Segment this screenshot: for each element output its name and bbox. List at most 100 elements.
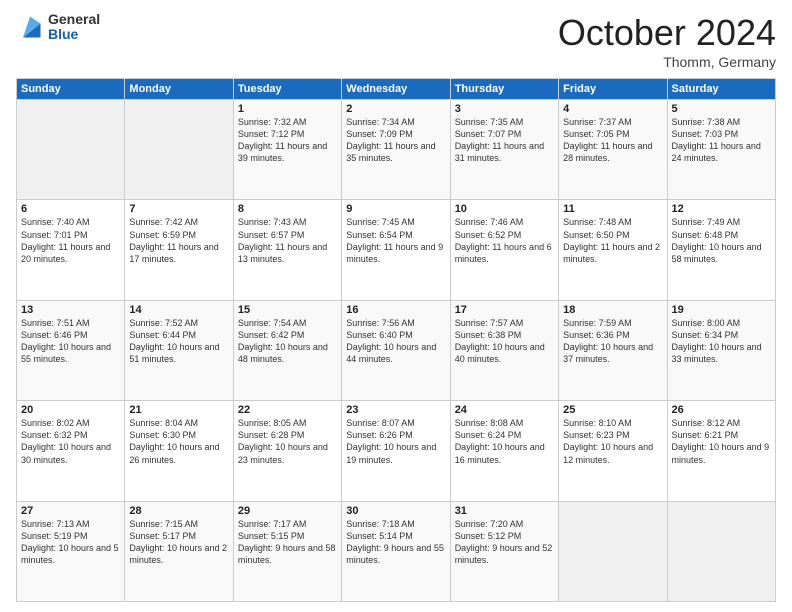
- calendar-cell: 10Sunrise: 7:46 AM Sunset: 6:52 PM Dayli…: [450, 200, 558, 300]
- calendar-cell: [667, 501, 775, 601]
- cell-sun-info: Sunrise: 8:10 AM Sunset: 6:23 PM Dayligh…: [563, 417, 662, 466]
- day-number: 10: [455, 203, 554, 215]
- calendar-cell: [559, 501, 667, 601]
- logo-blue: Blue: [48, 27, 100, 42]
- day-number: 9: [346, 203, 445, 215]
- day-header-tuesday: Tuesday: [233, 79, 341, 100]
- day-number: 2: [346, 103, 445, 115]
- month-title: October 2024: [558, 12, 776, 54]
- calendar-cell: [125, 100, 233, 200]
- cell-sun-info: Sunrise: 7:43 AM Sunset: 6:57 PM Dayligh…: [238, 216, 337, 265]
- day-number: 1: [238, 103, 337, 115]
- calendar-header-row: SundayMondayTuesdayWednesdayThursdayFrid…: [17, 79, 776, 100]
- cell-sun-info: Sunrise: 8:00 AM Sunset: 6:34 PM Dayligh…: [672, 317, 771, 366]
- cell-sun-info: Sunrise: 7:54 AM Sunset: 6:42 PM Dayligh…: [238, 317, 337, 366]
- logo: General Blue: [16, 12, 100, 43]
- calendar-week-1: 6Sunrise: 7:40 AM Sunset: 7:01 PM Daylig…: [17, 200, 776, 300]
- cell-sun-info: Sunrise: 7:34 AM Sunset: 7:09 PM Dayligh…: [346, 116, 445, 165]
- day-number: 30: [346, 505, 445, 517]
- day-number: 20: [21, 404, 120, 416]
- calendar-cell: 13Sunrise: 7:51 AM Sunset: 6:46 PM Dayli…: [17, 300, 125, 400]
- day-header-sunday: Sunday: [17, 79, 125, 100]
- day-number: 13: [21, 304, 120, 316]
- cell-sun-info: Sunrise: 7:57 AM Sunset: 6:38 PM Dayligh…: [455, 317, 554, 366]
- calendar-cell: 21Sunrise: 8:04 AM Sunset: 6:30 PM Dayli…: [125, 401, 233, 501]
- calendar-cell: 17Sunrise: 7:57 AM Sunset: 6:38 PM Dayli…: [450, 300, 558, 400]
- calendar-cell: 25Sunrise: 8:10 AM Sunset: 6:23 PM Dayli…: [559, 401, 667, 501]
- day-header-friday: Friday: [559, 79, 667, 100]
- calendar-week-2: 13Sunrise: 7:51 AM Sunset: 6:46 PM Dayli…: [17, 300, 776, 400]
- day-number: 26: [672, 404, 771, 416]
- day-number: 18: [563, 304, 662, 316]
- day-number: 25: [563, 404, 662, 416]
- calendar-cell: 3Sunrise: 7:35 AM Sunset: 7:07 PM Daylig…: [450, 100, 558, 200]
- cell-sun-info: Sunrise: 7:37 AM Sunset: 7:05 PM Dayligh…: [563, 116, 662, 165]
- calendar-cell: 7Sunrise: 7:42 AM Sunset: 6:59 PM Daylig…: [125, 200, 233, 300]
- calendar-cell: 28Sunrise: 7:15 AM Sunset: 5:17 PM Dayli…: [125, 501, 233, 601]
- location-subtitle: Thomm, Germany: [558, 54, 776, 70]
- day-number: 31: [455, 505, 554, 517]
- cell-sun-info: Sunrise: 7:45 AM Sunset: 6:54 PM Dayligh…: [346, 216, 445, 265]
- cell-sun-info: Sunrise: 7:20 AM Sunset: 5:12 PM Dayligh…: [455, 518, 554, 567]
- cell-sun-info: Sunrise: 7:18 AM Sunset: 5:14 PM Dayligh…: [346, 518, 445, 567]
- calendar-cell: 24Sunrise: 8:08 AM Sunset: 6:24 PM Dayli…: [450, 401, 558, 501]
- cell-sun-info: Sunrise: 7:38 AM Sunset: 7:03 PM Dayligh…: [672, 116, 771, 165]
- cell-sun-info: Sunrise: 7:32 AM Sunset: 7:12 PM Dayligh…: [238, 116, 337, 165]
- day-number: 29: [238, 505, 337, 517]
- cell-sun-info: Sunrise: 7:48 AM Sunset: 6:50 PM Dayligh…: [563, 216, 662, 265]
- day-header-monday: Monday: [125, 79, 233, 100]
- day-number: 22: [238, 404, 337, 416]
- calendar-cell: [17, 100, 125, 200]
- day-number: 28: [129, 505, 228, 517]
- calendar-cell: 1Sunrise: 7:32 AM Sunset: 7:12 PM Daylig…: [233, 100, 341, 200]
- calendar-week-4: 27Sunrise: 7:13 AM Sunset: 5:19 PM Dayli…: [17, 501, 776, 601]
- cell-sun-info: Sunrise: 7:51 AM Sunset: 6:46 PM Dayligh…: [21, 317, 120, 366]
- logo-icon: [16, 13, 44, 41]
- cell-sun-info: Sunrise: 8:12 AM Sunset: 6:21 PM Dayligh…: [672, 417, 771, 466]
- calendar-cell: 5Sunrise: 7:38 AM Sunset: 7:03 PM Daylig…: [667, 100, 775, 200]
- day-number: 16: [346, 304, 445, 316]
- day-number: 23: [346, 404, 445, 416]
- day-number: 17: [455, 304, 554, 316]
- calendar-cell: 16Sunrise: 7:56 AM Sunset: 6:40 PM Dayli…: [342, 300, 450, 400]
- calendar-cell: 12Sunrise: 7:49 AM Sunset: 6:48 PM Dayli…: [667, 200, 775, 300]
- day-number: 8: [238, 203, 337, 215]
- title-block: October 2024 Thomm, Germany: [558, 12, 776, 70]
- logo-text: General Blue: [48, 12, 100, 43]
- day-number: 6: [21, 203, 120, 215]
- cell-sun-info: Sunrise: 8:04 AM Sunset: 6:30 PM Dayligh…: [129, 417, 228, 466]
- cell-sun-info: Sunrise: 8:07 AM Sunset: 6:26 PM Dayligh…: [346, 417, 445, 466]
- cell-sun-info: Sunrise: 8:08 AM Sunset: 6:24 PM Dayligh…: [455, 417, 554, 466]
- day-number: 14: [129, 304, 228, 316]
- cell-sun-info: Sunrise: 7:13 AM Sunset: 5:19 PM Dayligh…: [21, 518, 120, 567]
- day-number: 19: [672, 304, 771, 316]
- day-number: 24: [455, 404, 554, 416]
- cell-sun-info: Sunrise: 7:17 AM Sunset: 5:15 PM Dayligh…: [238, 518, 337, 567]
- calendar-cell: 19Sunrise: 8:00 AM Sunset: 6:34 PM Dayli…: [667, 300, 775, 400]
- calendar-cell: 31Sunrise: 7:20 AM Sunset: 5:12 PM Dayli…: [450, 501, 558, 601]
- calendar-cell: 9Sunrise: 7:45 AM Sunset: 6:54 PM Daylig…: [342, 200, 450, 300]
- calendar-cell: 30Sunrise: 7:18 AM Sunset: 5:14 PM Dayli…: [342, 501, 450, 601]
- day-number: 27: [21, 505, 120, 517]
- calendar-week-0: 1Sunrise: 7:32 AM Sunset: 7:12 PM Daylig…: [17, 100, 776, 200]
- day-number: 21: [129, 404, 228, 416]
- day-number: 15: [238, 304, 337, 316]
- calendar-cell: 18Sunrise: 7:59 AM Sunset: 6:36 PM Dayli…: [559, 300, 667, 400]
- day-header-wednesday: Wednesday: [342, 79, 450, 100]
- cell-sun-info: Sunrise: 7:46 AM Sunset: 6:52 PM Dayligh…: [455, 216, 554, 265]
- calendar-cell: 15Sunrise: 7:54 AM Sunset: 6:42 PM Dayli…: [233, 300, 341, 400]
- calendar-cell: 22Sunrise: 8:05 AM Sunset: 6:28 PM Dayli…: [233, 401, 341, 501]
- calendar-cell: 6Sunrise: 7:40 AM Sunset: 7:01 PM Daylig…: [17, 200, 125, 300]
- day-number: 5: [672, 103, 771, 115]
- cell-sun-info: Sunrise: 7:59 AM Sunset: 6:36 PM Dayligh…: [563, 317, 662, 366]
- cell-sun-info: Sunrise: 7:15 AM Sunset: 5:17 PM Dayligh…: [129, 518, 228, 567]
- day-number: 7: [129, 203, 228, 215]
- day-number: 3: [455, 103, 554, 115]
- day-header-saturday: Saturday: [667, 79, 775, 100]
- calendar-table: SundayMondayTuesdayWednesdayThursdayFrid…: [16, 78, 776, 602]
- cell-sun-info: Sunrise: 7:35 AM Sunset: 7:07 PM Dayligh…: [455, 116, 554, 165]
- cell-sun-info: Sunrise: 7:56 AM Sunset: 6:40 PM Dayligh…: [346, 317, 445, 366]
- calendar-cell: 23Sunrise: 8:07 AM Sunset: 6:26 PM Dayli…: [342, 401, 450, 501]
- day-number: 12: [672, 203, 771, 215]
- cell-sun-info: Sunrise: 8:05 AM Sunset: 6:28 PM Dayligh…: [238, 417, 337, 466]
